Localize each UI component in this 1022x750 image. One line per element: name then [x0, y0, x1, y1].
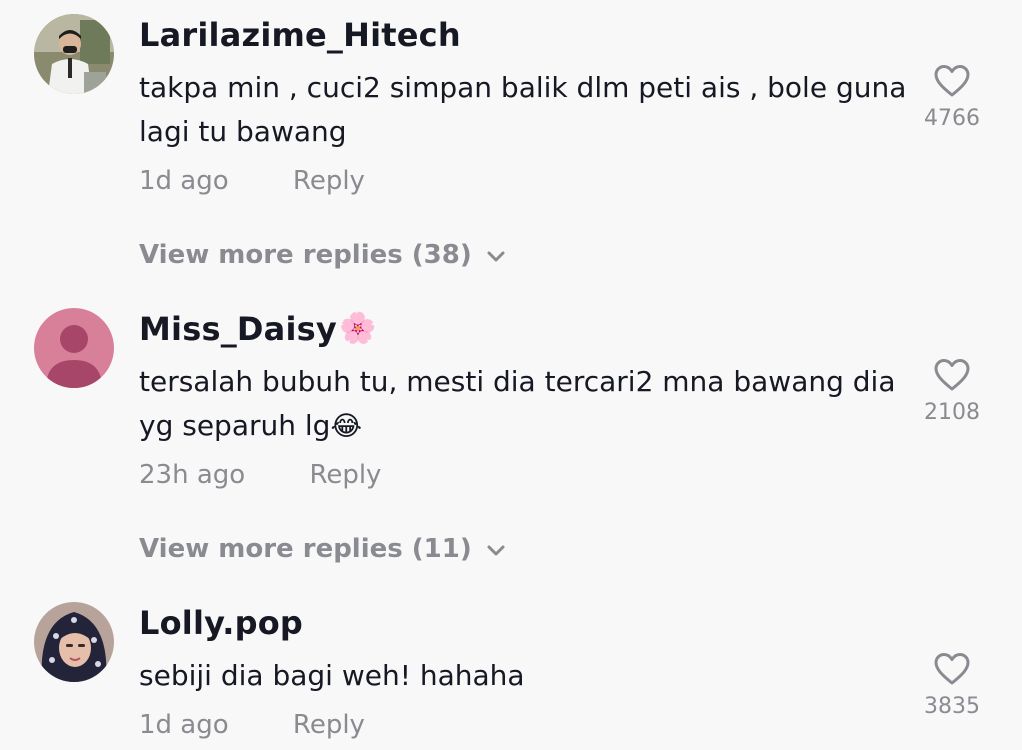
chevron-down-icon [486, 535, 506, 565]
user-avatar[interactable] [34, 14, 114, 94]
comment-text: takpa min , cuci2 simpan balik dlm peti … [139, 71, 907, 148]
username-text: Lolly.pop [139, 604, 303, 642]
reply-button[interactable]: Reply [293, 166, 365, 196]
comment-text: tersalah bubuh tu, mesti dia tercari2 mn… [139, 360, 909, 449]
heart-outline-icon [934, 65, 970, 97]
comment-timestamp: 23h ago [139, 460, 246, 490]
comment-item: Miss_Daisy🌸 tersalah bubuh tu, mesti dia… [0, 294, 1022, 588]
view-more-replies-label: View more replies (11) [139, 534, 472, 564]
like-button[interactable]: 3835 [920, 652, 984, 719]
default-user-avatar [34, 308, 114, 388]
comment-item: Lolly.pop sebiji dia bagi weh! hahaha 1d… [0, 588, 1022, 750]
username-text: Larilazime_Hitech [139, 16, 461, 54]
heart-outline-icon [934, 359, 970, 391]
comment-timestamp: 1d ago [139, 166, 229, 196]
avatar-photo [34, 14, 114, 94]
avatar-photo [34, 602, 114, 682]
view-more-replies-button[interactable]: View more replies (11) [139, 534, 506, 565]
view-more-replies-button[interactable]: View more replies (38) [139, 240, 506, 271]
laughing-emoji: 😂 [330, 411, 363, 442]
comment-item: Larilazime_Hitech takpa min , cuci2 simp… [0, 0, 1022, 294]
comment-meta: 23h ago Reply [139, 460, 381, 490]
comment-timestamp: 1d ago [139, 710, 229, 740]
view-more-replies-label: View more replies (38) [139, 240, 472, 270]
like-count: 4766 [924, 106, 980, 131]
chevron-down-icon [486, 241, 506, 271]
heart-outline-icon [934, 653, 970, 685]
comment-meta: 1d ago Reply [139, 710, 365, 740]
user-avatar[interactable] [34, 308, 114, 388]
reply-button[interactable]: Reply [293, 710, 365, 740]
comment-text: sebiji dia bagi weh! hahaha [139, 659, 525, 692]
like-count: 3835 [924, 694, 980, 719]
reply-button[interactable]: Reply [309, 460, 381, 490]
flower-emoji: 🌸 [338, 311, 377, 346]
comment-username[interactable]: Lolly.pop [139, 604, 303, 642]
like-button[interactable]: 2108 [920, 358, 984, 425]
username-text: Miss_Daisy [139, 310, 337, 348]
comment-username[interactable]: Larilazime_Hitech [139, 16, 461, 54]
comment-username[interactable]: Miss_Daisy🌸 [139, 310, 377, 348]
like-button[interactable]: 4766 [920, 64, 984, 131]
comment-meta: 1d ago Reply [139, 166, 365, 196]
like-count: 2108 [924, 400, 980, 425]
comment-text-content: tersalah bubuh tu, mesti dia tercari2 mn… [139, 365, 896, 442]
user-avatar[interactable] [34, 602, 114, 682]
